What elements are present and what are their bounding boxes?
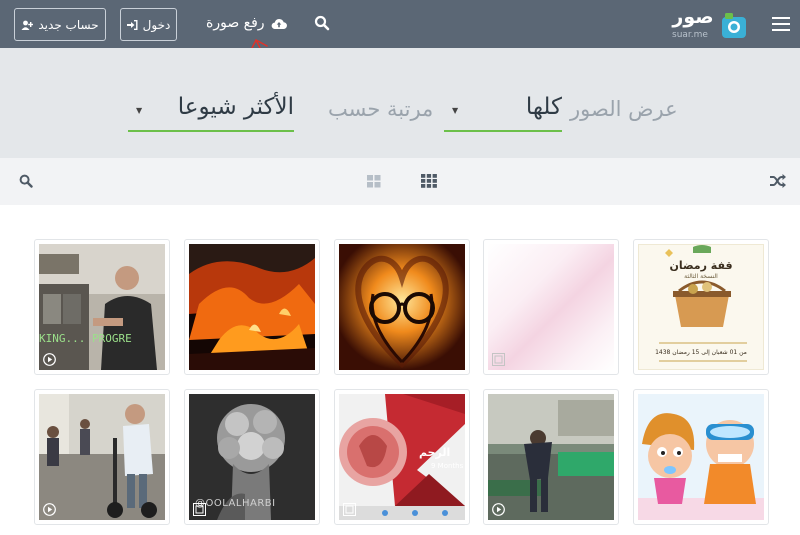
add-user-icon — [21, 20, 34, 30]
play-icon[interactable] — [492, 503, 505, 516]
sign-in-icon — [126, 19, 138, 30]
gallery-item-fire-smoke[interactable] — [184, 239, 320, 375]
gallery-item-store-worker[interactable]: KING... PROGRE — [34, 239, 170, 375]
search-icon[interactable] — [314, 15, 330, 31]
gallery-item-heart-book-glasses[interactable] — [334, 239, 470, 375]
gallery-item-ramadan-flyer[interactable]: قفة رمضان النسخة الثالثة من 01 شعبان إلى… — [633, 239, 769, 375]
man-bending-art — [488, 394, 614, 520]
gallery-item-segway-rider[interactable] — [34, 389, 170, 525]
gallery-icon — [343, 503, 356, 516]
search-icon[interactable] — [19, 174, 33, 188]
login-label: دخول — [142, 17, 171, 32]
segway-rider-art — [39, 394, 165, 520]
small-grid-icon[interactable] — [421, 174, 437, 188]
caret-down-icon: ▼ — [452, 106, 459, 115]
fire-smoke-art — [189, 244, 315, 370]
top-navbar: حساب جديد دخول رفع صورة صور suar.me — [0, 0, 800, 48]
display-select[interactable]: كلها ▼ — [444, 88, 562, 132]
login-button[interactable]: دخول — [120, 8, 177, 41]
display-label: عرض الصور — [570, 97, 678, 121]
register-label: حساب جديد — [38, 17, 99, 32]
display-value: كلها — [525, 94, 562, 120]
register-button[interactable]: حساب جديد — [14, 8, 106, 41]
upload-label: رفع صورة — [206, 15, 265, 31]
sort-label: مرتبة حسب — [328, 97, 434, 121]
ramadan-sub: النسخة الثالثة — [684, 273, 718, 280]
image-gallery: قفة رمضان النسخة الثالثة من 01 شعبان إلى… — [0, 205, 800, 535]
site-logo[interactable]: صور suar.me — [670, 6, 750, 42]
logo-subtitle: suar.me — [672, 30, 708, 40]
camera-logo-icon — [722, 13, 746, 38]
cloud-upload-icon — [271, 18, 287, 29]
gallery-item-cartoon-kids[interactable] — [633, 389, 769, 525]
sort-select[interactable]: الأكثر شيوعا ▼ — [128, 88, 294, 132]
menu-toggle-icon[interactable] — [772, 17, 790, 31]
ramadan-date: من 01 شعبان إلى 15 رمضان 1438 — [655, 349, 747, 356]
sort-value: الأكثر شيوعا — [177, 94, 294, 120]
gallery-item-flower-head-sketch[interactable]: @OOLALHARBI — [184, 389, 320, 525]
gallery-icon — [492, 353, 505, 366]
heart-book-glasses-art — [339, 244, 465, 370]
ramadan-caption: قفة رمضان — [669, 259, 733, 272]
flower-overlay: @OOLALHARBI — [195, 498, 276, 509]
store-worker-overlay: KING... PROGRE — [39, 332, 132, 345]
play-icon[interactable] — [43, 353, 56, 366]
shuffle-icon[interactable] — [770, 174, 786, 188]
gallery-item-man-bending[interactable] — [483, 389, 619, 525]
gallery-item-embryo-slide[interactable]: الرحم 9 Months — [334, 389, 470, 525]
view-toolbar — [0, 158, 800, 205]
caret-down-icon: ▼ — [136, 106, 143, 115]
gallery-item-pink-blur[interactable] — [483, 239, 619, 375]
embryo-overlay: الرحم — [419, 446, 451, 459]
play-icon[interactable] — [43, 503, 56, 516]
cartoon-kids-art — [638, 413, 764, 520]
store-worker-art — [39, 244, 165, 370]
embryo-sub: 9 Months — [431, 462, 464, 470]
logo-text: صور — [672, 6, 714, 28]
large-grid-icon[interactable] — [367, 175, 381, 188]
gallery-icon — [193, 503, 206, 516]
